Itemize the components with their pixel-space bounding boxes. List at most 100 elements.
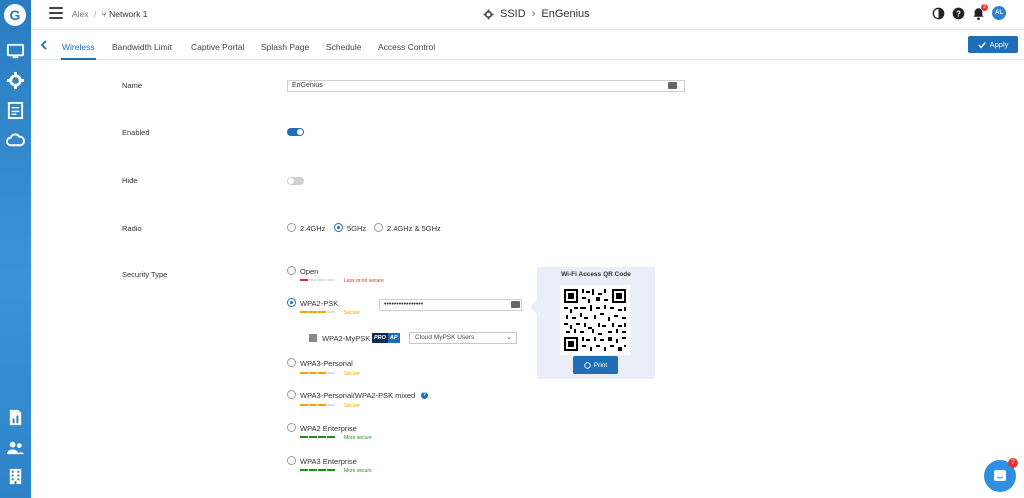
contrast-icon[interactable]	[932, 7, 945, 20]
security-strength-bar	[300, 436, 335, 438]
header-actions: ? 2 AL	[932, 3, 1006, 20]
security-wpa3mixed-radio[interactable]	[287, 390, 296, 399]
tab-bandwidth-limit[interactable]: Bandwidth Limit	[112, 42, 172, 52]
security-type-label: Security Type	[122, 270, 168, 279]
security-wpa2ent-label: WPA2 Enterprise	[300, 424, 357, 433]
notification-count-badge: 2	[981, 3, 988, 11]
report-icon[interactable]	[6, 101, 25, 120]
gear-icon[interactable]	[6, 71, 25, 90]
top-header: Alex / ⑂ Network 1 SSID › EnGenius ? 2 A…	[31, 0, 1024, 30]
gear-icon	[483, 9, 494, 19]
security-wpa3personal-radio[interactable]	[287, 358, 296, 367]
ap-badge-text: AP	[387, 333, 400, 343]
security-wpa3ent-label: WPA3 Enterprise	[300, 457, 357, 466]
mypsk-select-value: Cloud MyPSK Users	[415, 334, 475, 341]
pro-ap-badge: PRO AP	[372, 333, 400, 343]
breadcrumb-separator: /	[93, 9, 97, 19]
radio-24-5ghz[interactable]	[374, 223, 383, 232]
security-wpa3mixed-label: WPA3-Personal/WPA2-PSK mixed	[300, 391, 416, 400]
security-wpa3mixed-level: Secure	[344, 403, 360, 409]
check-icon	[977, 41, 986, 48]
tab-wireless[interactable]: Wireless	[62, 42, 95, 52]
security-open-radio[interactable]	[287, 266, 296, 275]
ssid-name-input[interactable]: EnGenius	[287, 80, 685, 92]
radio-5ghz-label: 5GHz	[347, 224, 367, 233]
chevron-down-icon: ⌄	[506, 334, 512, 341]
active-tab-indicator	[61, 58, 96, 60]
keyboard-icon[interactable]	[668, 82, 677, 89]
security-wpa3personal-label: WPA3-Personal	[300, 359, 353, 368]
keyboard-icon[interactable]	[511, 301, 520, 308]
security-wpa3ent-level: More secure	[344, 468, 372, 474]
psk-password-input[interactable]: ••••••••••••••••	[379, 299, 522, 311]
title-ssid-name: EnGenius	[541, 8, 590, 20]
qr-panel-pointer	[530, 300, 537, 314]
menu-icon[interactable]	[49, 7, 63, 19]
chat-badge: 7	[1008, 458, 1018, 468]
pro-badge-text: PRO	[372, 333, 388, 343]
print-button-label: Print	[593, 361, 608, 369]
qr-code-image	[560, 285, 630, 355]
breadcrumb: Alex / ⑂ Network 1	[72, 9, 147, 19]
security-open-label: Open	[300, 267, 319, 276]
engenius-logo-icon[interactable]: G	[4, 4, 26, 26]
users-icon[interactable]	[6, 438, 25, 457]
security-wpa2psk-radio[interactable]	[287, 298, 296, 307]
question-icon[interactable]: ?	[421, 392, 428, 399]
cloud-icon[interactable]	[6, 131, 25, 150]
left-rail: G	[0, 0, 31, 498]
security-wpa3ent-radio[interactable]	[287, 456, 296, 465]
breadcrumb-network-label: Network 1	[109, 9, 148, 19]
enabled-label: Enabled	[122, 128, 150, 137]
help-icon[interactable]: ?	[952, 7, 965, 20]
title-separator: ›	[531, 8, 536, 20]
tab-access-control[interactable]: Access Control	[378, 42, 435, 52]
radio-5ghz[interactable]	[334, 223, 343, 232]
chevron-left-icon[interactable]	[39, 40, 49, 50]
mypsk-checkbox[interactable]	[309, 334, 317, 342]
enabled-toggle[interactable]	[287, 128, 304, 136]
radio-24ghz-label: 2.4GHz	[300, 224, 326, 233]
security-open-level: Less or no secure	[344, 278, 384, 284]
tab-captive-portal[interactable]: Captive Portal	[191, 42, 244, 52]
security-strength-bar	[300, 311, 335, 313]
avatar[interactable]: AL	[992, 6, 1006, 20]
page-title: SSID › EnGenius	[483, 8, 590, 20]
qr-code-panel: Wi-Fi Access QR Code Print	[537, 267, 655, 379]
breadcrumb-user[interactable]: Alex	[72, 9, 89, 19]
title-prefix: SSID	[500, 8, 526, 20]
monitor-icon[interactable]	[6, 42, 25, 61]
breadcrumb-network[interactable]: ⑂ Network 1	[102, 9, 148, 19]
bell-icon[interactable]: 2	[972, 3, 988, 20]
print-qr-button[interactable]: Print	[573, 356, 618, 374]
tab-bar: Wireless Bandwidth Limit Captive Portal …	[31, 31, 1024, 60]
hide-label: Hide	[122, 176, 138, 185]
mypsk-users-select[interactable]: Cloud MyPSK Users ⌄	[409, 332, 517, 344]
security-wpa2ent-radio[interactable]	[287, 423, 296, 432]
svg-text:?: ?	[956, 9, 961, 18]
tab-schedule[interactable]: Schedule	[326, 42, 361, 52]
document-chart-icon[interactable]	[6, 408, 25, 427]
tab-splash-page[interactable]: Splash Page	[261, 42, 309, 52]
radio-label: Radio	[122, 224, 142, 233]
radio-24-5ghz-label: 2.4GHz & 5GHz	[387, 224, 441, 233]
mypsk-label: WPA2-MyPSK	[322, 334, 371, 343]
security-strength-bar	[300, 404, 335, 406]
network-icon: ⑂	[101, 9, 107, 19]
security-strength-bar	[300, 469, 335, 471]
apply-button-label: Apply	[989, 40, 1009, 49]
radio-24ghz[interactable]	[287, 223, 296, 232]
name-label: Name	[122, 81, 143, 90]
security-wpa2psk-level: Secure	[344, 310, 360, 316]
printer-icon	[584, 361, 591, 369]
building-icon[interactable]	[6, 467, 25, 486]
apply-button[interactable]: Apply	[968, 36, 1018, 53]
security-strength-bar	[300, 372, 335, 374]
security-wpa3personal-level: Secure	[344, 371, 360, 377]
chat-support-button[interactable]: 7	[984, 458, 1018, 492]
qr-panel-title: Wi-Fi Access QR Code	[561, 271, 631, 278]
security-strength-bar	[300, 279, 335, 281]
hide-toggle[interactable]	[287, 177, 304, 185]
security-wpa2psk-label: WPA2-PSK	[300, 299, 339, 308]
security-wpa2ent-level: More secure	[344, 435, 372, 441]
